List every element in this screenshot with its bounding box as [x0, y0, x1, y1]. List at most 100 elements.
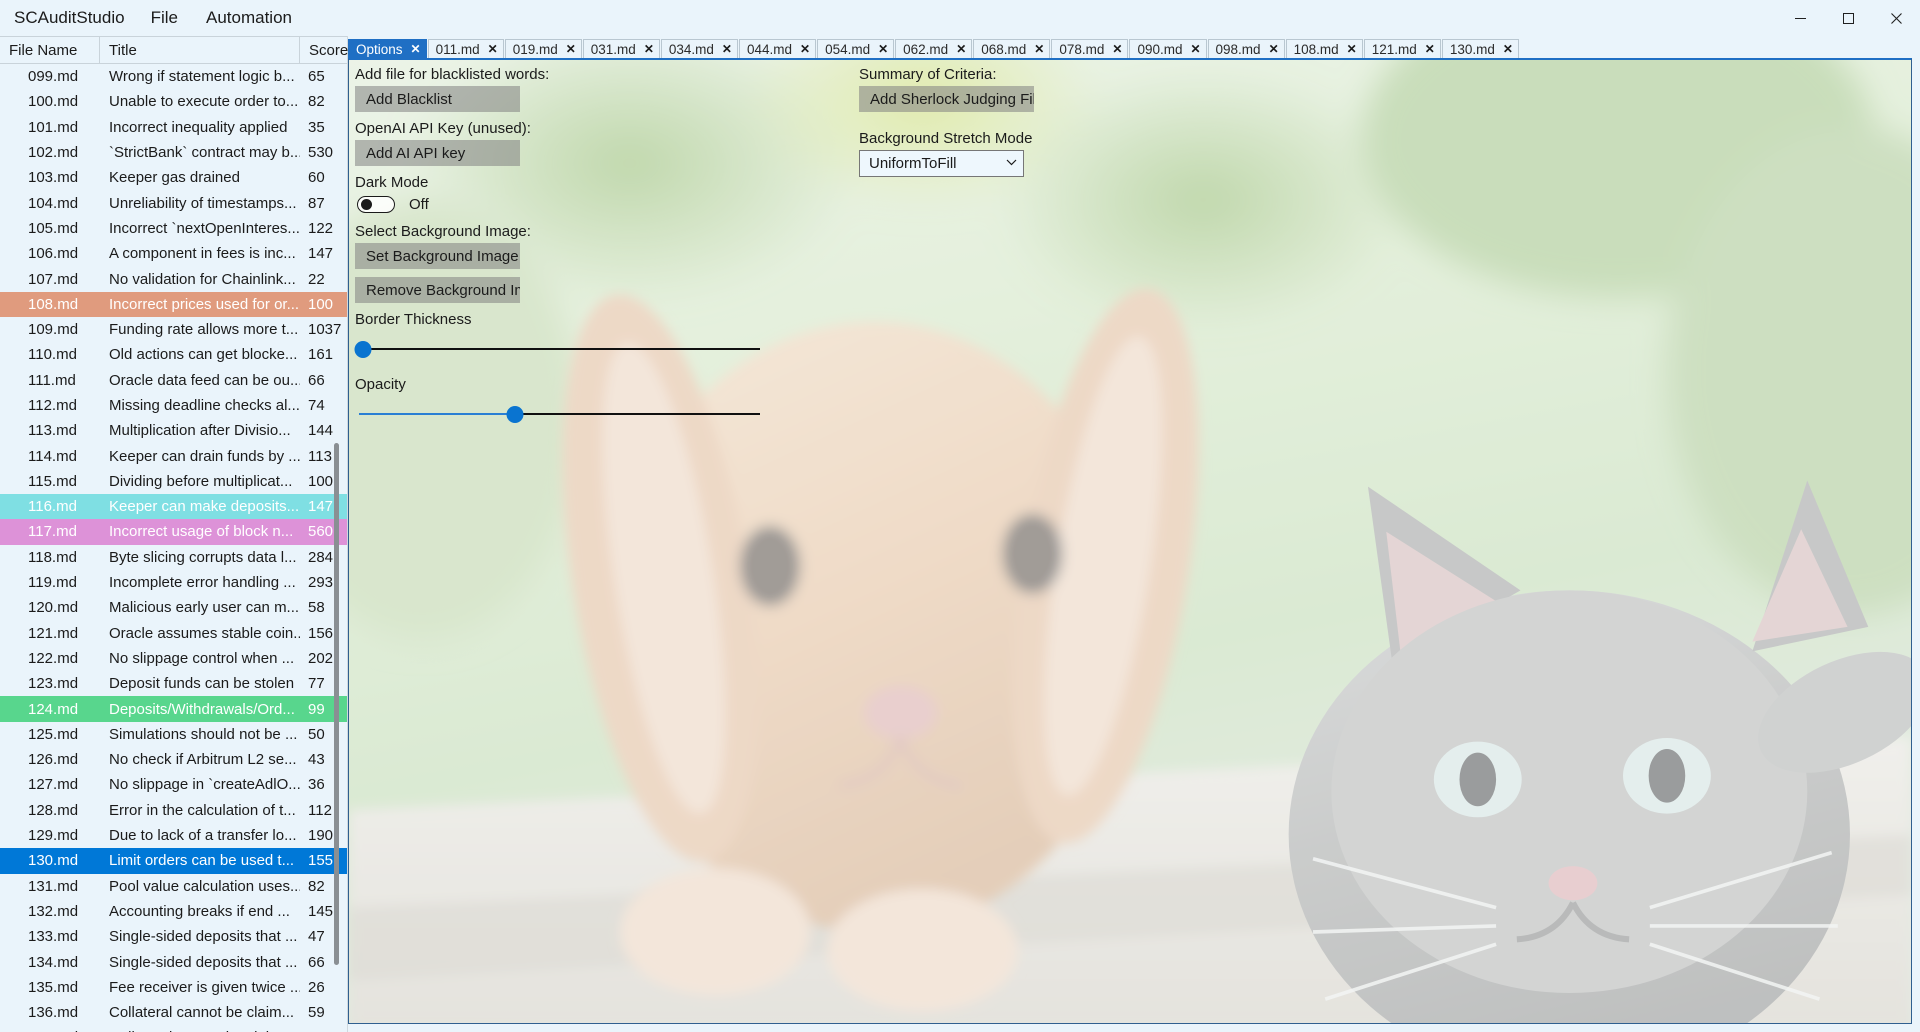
table-row[interactable]: 127.md No slippage in `createAdlO... 36	[0, 772, 347, 797]
table-row[interactable]: 104.md Unreliability of timestamps... 87	[0, 190, 347, 215]
table-row[interactable]: 123.md Deposit funds can be stolen 77	[0, 671, 347, 696]
table-row[interactable]: 119.md Incomplete error handling ... 293	[0, 570, 347, 595]
table-row[interactable]: 116.md Keeper can make deposits... 147	[0, 494, 347, 520]
file-list-scrollbar[interactable]	[334, 36, 339, 1004]
tab-031-md[interactable]: 031.md ✕	[582, 39, 660, 58]
opacity-slider[interactable]	[355, 400, 760, 428]
table-row[interactable]: 137.mdCollateral cannot be claim...59	[0, 1025, 347, 1032]
table-row[interactable]: 128.md Error in the calculation of t... 11…	[0, 798, 347, 823]
tab-strip[interactable]: Options ✕ 011.md ✕ 019.md ✕ 031.md ✕ 034.md ✕ 044.…	[348, 36, 1912, 58]
background-stretch-mode-select[interactable]: UniformToFill	[859, 150, 1024, 177]
cell-file-name: 114.md	[28, 447, 77, 465]
tab-close-icon[interactable]: ✕	[411, 43, 421, 55]
table-row[interactable]: 115.md Dividing before multiplicat... 100	[0, 469, 347, 494]
tab-close-icon[interactable]: ✕	[1425, 43, 1435, 55]
add-api-key-button[interactable]: Add AI API key	[355, 140, 520, 166]
tab-130-md[interactable]: 130.md ✕	[1441, 39, 1519, 58]
table-row[interactable]: 134.md Single-sided deposits that ... 66	[0, 949, 347, 974]
table-row[interactable]: 136.md Collateral cannot be claim... 59	[0, 1000, 347, 1025]
tab-090-md[interactable]: 090.md ✕	[1129, 39, 1207, 58]
table-row[interactable]: 112.md Missing deadline checks al... 74	[0, 393, 347, 418]
table-row[interactable]: 106.md A component in fees is inc... 147	[0, 241, 347, 266]
table-row[interactable]: 122.md No slippage control when ... 202	[0, 646, 347, 671]
tab-pane: Options ✕ 011.md ✕ 019.md ✕ 031.md ✕ 034.md ✕ 044.…	[348, 36, 1920, 1032]
tab-close-icon[interactable]: ✕	[1503, 43, 1513, 55]
table-row[interactable]: 099.md Wrong if statement logic b... 65	[0, 64, 347, 89]
tab-121-md[interactable]: 121.md ✕	[1363, 39, 1441, 58]
tab-054-md[interactable]: 054.md ✕	[817, 39, 895, 58]
file-list-rows[interactable]: 099.md Wrong if statement logic b... 65 100…	[0, 64, 347, 1032]
table-row[interactable]: 113.md Multiplication after Divisio... 144	[0, 418, 347, 443]
table-row[interactable]: 103.md Keeper gas drained 60	[0, 165, 347, 190]
tab-close-icon[interactable]: ✕	[1112, 43, 1122, 55]
cell-file-name: 113.md	[28, 422, 77, 440]
table-row[interactable]: 129.md Due to lack of a transfer lo... 190	[0, 823, 347, 848]
column-header-score[interactable]: Score	[300, 37, 348, 63]
tab-close-icon[interactable]: ✕	[566, 43, 576, 55]
table-row[interactable]: 108.md Incorrect prices used for or... 100	[0, 291, 347, 317]
tab-label: 031.md	[590, 41, 636, 57]
dark-mode-toggle[interactable]	[357, 196, 395, 213]
border-thickness-track	[359, 348, 760, 350]
maximize-icon[interactable]	[1824, 0, 1872, 36]
add-sherlock-judging-file-button[interactable]: Add Sherlock Judging File	[859, 86, 1034, 112]
border-thickness-slider[interactable]	[354, 335, 760, 363]
file-list-scrollbar-thumb[interactable]	[334, 442, 339, 965]
tab-078-md[interactable]: 078.md ✕	[1051, 39, 1129, 58]
opacity-thumb[interactable]	[506, 406, 524, 423]
table-row[interactable]: 133.md Single-sided deposits that ... 47	[0, 924, 347, 949]
table-row[interactable]: 124.md Deposits/Withdrawals/Ord... 99	[0, 696, 347, 722]
table-row[interactable]: 120.md Malicious early user can m... 58	[0, 595, 347, 620]
menu-file[interactable]: File	[137, 4, 192, 32]
border-thickness-thumb[interactable]	[354, 341, 372, 358]
table-row[interactable]: 126.md No check if Arbitrum L2 se... 43	[0, 747, 347, 772]
tab-close-icon[interactable]: ✕	[800, 43, 810, 55]
table-row[interactable]: 131.md Pool value calculation uses... 82	[0, 874, 347, 899]
table-row[interactable]: 110.md Old actions can get blocke... 161	[0, 342, 347, 367]
menu-automation[interactable]: Automation	[192, 4, 306, 32]
table-row[interactable]: 105.md Incorrect `nextOpenInteres... 122	[0, 216, 347, 241]
tab-close-icon[interactable]: ✕	[644, 43, 654, 55]
column-header-title[interactable]: Title	[100, 37, 300, 63]
tab-019-md[interactable]: 019.md ✕	[504, 39, 582, 58]
cell-title: Pool value calculation uses...	[109, 877, 300, 895]
table-row[interactable]: 135.md Fee receiver is given twice ... 26	[0, 975, 347, 1000]
table-row[interactable]: 130.md Limit orders can be used t... 155	[0, 848, 347, 874]
tab-068-md[interactable]: 068.md ✕	[973, 39, 1051, 58]
table-row[interactable]: 101.md Incorrect inequality applied 35	[0, 115, 347, 140]
tab-close-icon[interactable]: ✕	[1269, 43, 1279, 55]
table-row[interactable]: 121.md Oracle assumes stable coin... 156	[0, 621, 347, 646]
tab-108-md[interactable]: 108.md ✕	[1285, 39, 1363, 58]
remove-background-image-button[interactable]: Remove Background Image	[355, 277, 520, 303]
tab-044-md[interactable]: 044.md ✕	[738, 39, 817, 58]
column-header-file-name[interactable]: File Name	[0, 37, 100, 63]
tab-034-md[interactable]: 034.md ✕	[660, 39, 738, 58]
tab-close-icon[interactable]: ✕	[1034, 43, 1044, 55]
add-blacklist-button[interactable]: Add Blacklist	[355, 86, 520, 112]
tab-close-icon[interactable]: ✕	[956, 43, 966, 55]
tab-close-icon[interactable]: ✕	[488, 43, 498, 55]
tab-close-icon[interactable]: ✕	[878, 43, 888, 55]
table-row[interactable]: 111.md Oracle data feed can be ou... 66	[0, 368, 347, 393]
table-row[interactable]: 132.md Accounting breaks if end ... 145	[0, 899, 347, 924]
minimize-icon[interactable]	[1776, 0, 1824, 36]
set-background-image-button[interactable]: Set Background Image	[355, 243, 520, 269]
table-row[interactable]: 100.md Unable to execute order to... 82	[0, 89, 347, 114]
cell-file-name: 122.md	[28, 649, 79, 667]
table-row[interactable]: 125.md Simulations should not be ... 50	[0, 722, 347, 747]
close-icon[interactable]	[1872, 0, 1920, 36]
tab-close-icon[interactable]: ✕	[722, 43, 732, 55]
tab-close-icon[interactable]: ✕	[1190, 43, 1200, 55]
table-row[interactable]: 117.md Incorrect usage of block n... 560	[0, 519, 347, 545]
table-row[interactable]: 107.md No validation for Chainlink... 22	[0, 266, 347, 291]
table-row[interactable]: 114.md Keeper can drain funds by ... 113	[0, 443, 347, 468]
tab-options[interactable]: Options ✕	[348, 39, 427, 58]
tab-011-md[interactable]: 011.md ✕	[427, 39, 504, 58]
tab-close-icon[interactable]: ✕	[1347, 43, 1357, 55]
table-row[interactable]: 109.md Funding rate allows more t... 1037	[0, 317, 347, 342]
table-row[interactable]: 118.md Byte slicing corrupts data l... 284	[0, 545, 347, 570]
cell-file-name: 102.md	[28, 144, 79, 162]
tab-098-md[interactable]: 098.md ✕	[1207, 39, 1285, 58]
tab-062-md[interactable]: 062.md ✕	[895, 39, 973, 58]
table-row[interactable]: 102.md `StrictBank` contract may b... 530	[0, 140, 347, 165]
